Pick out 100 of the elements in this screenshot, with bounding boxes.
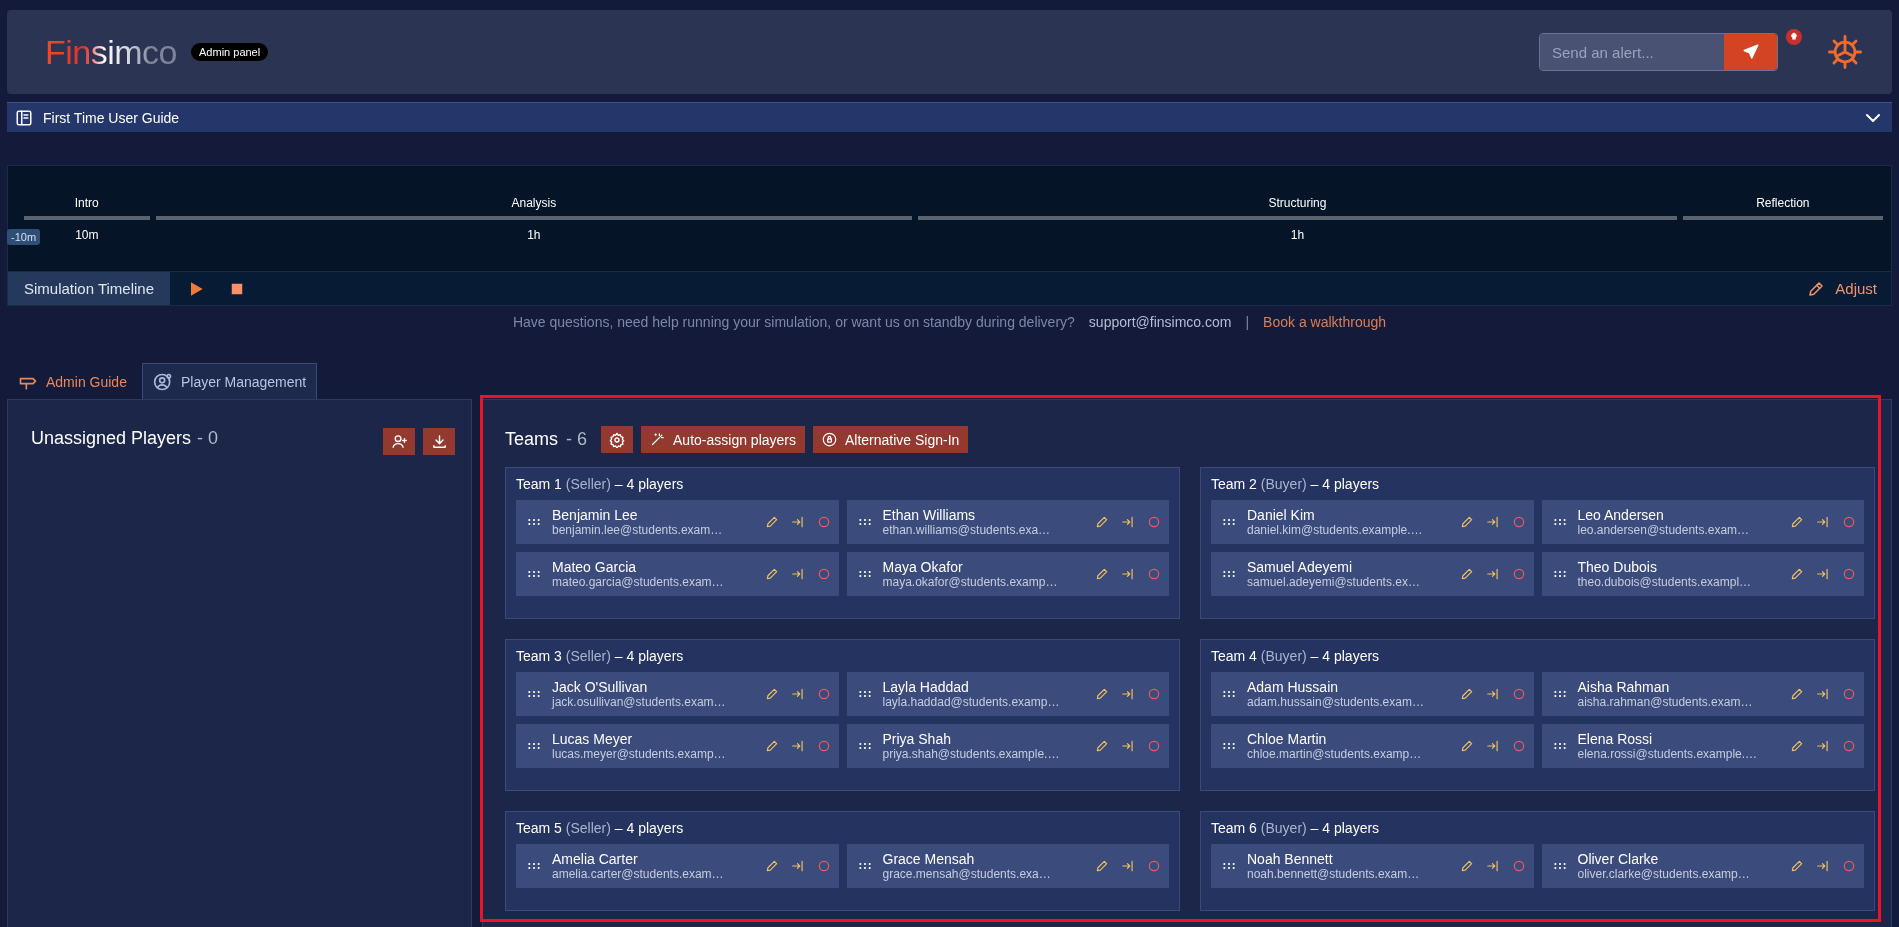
enter-arrow-icon [790, 567, 805, 581]
adjust-button[interactable]: Adjust [1801, 278, 1891, 299]
player-row[interactable]: Chloe Martin chloe.martin@students.examp… [1211, 724, 1534, 768]
enter-arrow-icon [1485, 687, 1500, 701]
player-row[interactable]: Benjamin Lee benjamin.lee@students.exam… [516, 500, 839, 544]
walkthrough-link[interactable]: Book a walkthrough [1263, 314, 1387, 330]
remove-button[interactable] [1511, 687, 1526, 701]
phase-name: Structuring [1268, 196, 1327, 210]
move-button[interactable] [790, 859, 805, 873]
move-button[interactable] [1121, 515, 1135, 529]
remove-button[interactable] [816, 567, 831, 581]
edit-button[interactable] [1790, 567, 1804, 581]
move-button[interactable] [1816, 687, 1830, 701]
document-icon [15, 108, 33, 127]
edit-button[interactable] [1790, 687, 1804, 701]
edit-button[interactable] [1459, 687, 1474, 701]
move-button[interactable] [790, 515, 805, 529]
move-button[interactable] [1485, 687, 1500, 701]
edit-button[interactable] [1459, 567, 1474, 581]
edit-button[interactable] [1790, 739, 1804, 753]
remove-button[interactable] [1511, 739, 1526, 753]
remove-button[interactable] [1147, 515, 1161, 529]
remove-button[interactable] [816, 687, 831, 701]
player-row[interactable]: Jack O'Sullivan jack.osullivan@students.exam… [516, 672, 839, 716]
move-button[interactable] [790, 687, 805, 701]
player-row[interactable]: Priya Shah priya.shah@students.example.… [846, 724, 1169, 768]
move-button[interactable] [1816, 567, 1830, 581]
move-button[interactable] [790, 739, 805, 753]
move-button[interactable] [1121, 687, 1135, 701]
move-button[interactable] [1816, 739, 1830, 753]
player-row[interactable]: Noah Bennett noah.bennett@students.exam… [1211, 844, 1534, 888]
remove-button[interactable] [1842, 859, 1856, 873]
edit-button[interactable] [764, 515, 779, 529]
support-email[interactable]: support@finsimco.com [1088, 314, 1232, 330]
remove-button[interactable] [1511, 515, 1526, 529]
remove-button[interactable] [1842, 739, 1856, 753]
action-button[interactable]: Alternative Sign-In [813, 426, 969, 453]
player-email: aisha.rahman@students.exam… [1577, 695, 1754, 709]
player-row[interactable]: Maya Okafor maya.okafor@students.examp… [846, 552, 1169, 596]
add-player-button[interactable] [383, 428, 415, 455]
remove-button[interactable] [1147, 687, 1161, 701]
edit-button[interactable] [1095, 567, 1109, 581]
player-row[interactable]: Amelia Carter amelia.carter@students.exam… [516, 844, 839, 888]
edit-button[interactable] [1095, 859, 1109, 873]
move-button[interactable] [1121, 859, 1135, 873]
move-button[interactable] [790, 567, 805, 581]
user-guide-bar[interactable]: First Time User Guide [7, 102, 1892, 132]
player-row[interactable]: Aisha Rahman aisha.rahman@students.exam… [1541, 672, 1864, 716]
action-button[interactable]: Auto-assign players [641, 426, 805, 453]
remove-button[interactable] [1842, 515, 1856, 529]
player-row[interactable]: Oliver Clarke oliver.clarke@students.examp… [1541, 844, 1864, 888]
edit-button[interactable] [1790, 859, 1804, 873]
edit-button[interactable] [1459, 515, 1474, 529]
player-row[interactable]: Samuel Adeyemi samuel.adeyemi@students.ex… [1211, 552, 1534, 596]
move-button[interactable] [1485, 515, 1500, 529]
edit-button[interactable] [764, 739, 779, 753]
move-button[interactable] [1485, 859, 1500, 873]
player-email: layla.haddad@students.examp… [882, 695, 1061, 709]
edit-button[interactable] [764, 567, 779, 581]
player-row[interactable]: Layla Haddad layla.haddad@students.examp… [846, 672, 1169, 716]
chevron-down-icon[interactable] [1866, 113, 1880, 122]
player-row[interactable]: Mateo Garcia mateo.garcia@students.exam… [516, 552, 839, 596]
edit-button[interactable] [1095, 515, 1109, 529]
notification-badge[interactable] [1786, 29, 1802, 45]
edit-button[interactable] [1095, 687, 1109, 701]
remove-button[interactable] [1842, 687, 1856, 701]
remove-button[interactable] [1147, 739, 1161, 753]
edit-button[interactable] [1790, 515, 1804, 529]
edit-button[interactable] [1459, 739, 1474, 753]
edit-button[interactable] [1459, 859, 1474, 873]
tab[interactable]: Player Management [141, 363, 318, 399]
move-button[interactable] [1485, 739, 1500, 753]
player-row[interactable]: Leo Andersen leo.andersen@students.exam… [1541, 500, 1864, 544]
move-button[interactable] [1121, 567, 1135, 581]
player-row[interactable]: Adam Hussain adam.hussain@students.exam… [1211, 672, 1534, 716]
edit-button[interactable] [764, 687, 779, 701]
tab[interactable]: Admin Guide [7, 365, 138, 399]
player-row[interactable]: Grace Mensah grace.mensah@students.exa… [846, 844, 1169, 888]
remove-button[interactable] [1511, 859, 1526, 873]
move-button[interactable] [1816, 859, 1830, 873]
remove-button[interactable] [816, 859, 831, 873]
remove-button[interactable] [816, 739, 831, 753]
player-row[interactable]: Daniel Kim daniel.kim@students.example.… [1211, 500, 1534, 544]
move-button[interactable] [1485, 567, 1500, 581]
player-row[interactable]: Lucas Meyer lucas.meyer@students.examp… [516, 724, 839, 768]
player-row[interactable]: Elena Rossi elena.rossi@students.example.… [1541, 724, 1864, 768]
edit-button[interactable] [764, 859, 779, 873]
player-row[interactable]: Theo Dubois theo.dubois@students.exampl… [1541, 552, 1864, 596]
remove-button[interactable] [816, 515, 831, 529]
enter-arrow-icon [1121, 567, 1135, 581]
player-row[interactable]: Ethan Williams ethan.williams@students.exa… [846, 500, 1169, 544]
remove-button[interactable] [1842, 567, 1856, 581]
move-button[interactable] [1121, 739, 1135, 753]
remove-button[interactable] [1147, 859, 1161, 873]
remove-button[interactable] [1147, 567, 1161, 581]
move-button[interactable] [1816, 515, 1830, 529]
team-settings-button[interactable] [601, 426, 634, 453]
remove-button[interactable] [1511, 567, 1526, 581]
download-button[interactable] [423, 428, 455, 455]
edit-button[interactable] [1095, 739, 1109, 753]
